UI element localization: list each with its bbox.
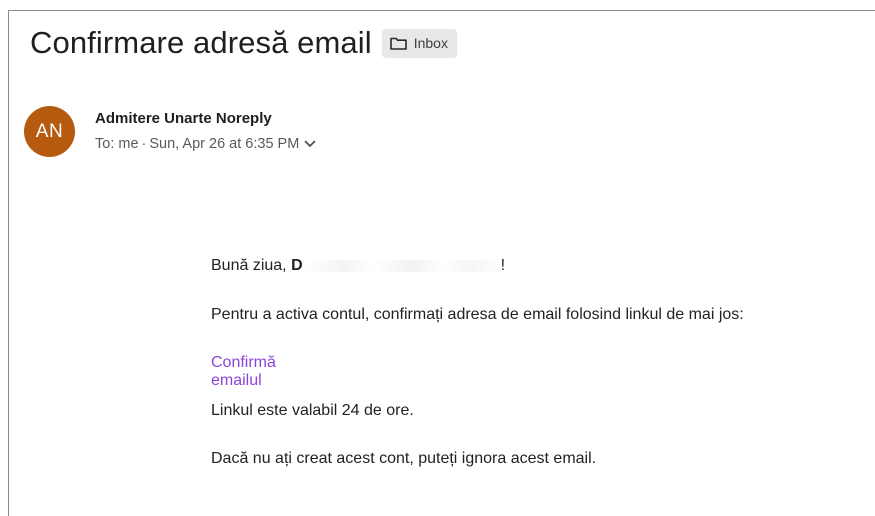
sender-name[interactable]: Admitere Unarte Noreply [95, 110, 272, 127]
activation-instructions: Pentru a activa contul, confirmați adres… [211, 306, 744, 323]
subject-header: Confirmare adresă email Inbox [30, 25, 457, 61]
meta-separator: · [141, 136, 147, 152]
inbox-label-chip[interactable]: Inbox [381, 28, 457, 58]
sender-avatar[interactable]: AN [24, 106, 75, 157]
email-subject: Confirmare adresă email [30, 25, 372, 60]
ignore-notice: Dacă nu ați creat acest cont, puteți ign… [211, 450, 597, 467]
greeting-line: Bună ziua, D! [211, 257, 505, 275]
greeting-suffix: ! [500, 257, 506, 274]
email-date: Sun, Apr 26 at 6:35 PM [149, 136, 300, 152]
link-validity-note: Linkul este valabil 24 de ore. [211, 402, 414, 419]
recipient-name: D [291, 257, 303, 274]
chevron-down-icon[interactable] [304, 140, 316, 148]
recipient-to: To: me [95, 136, 139, 152]
recipient-details[interactable]: To: me · Sun, Apr 26 at 6:35 PM [95, 136, 316, 152]
inbox-label-text: Inbox [413, 35, 448, 51]
folder-icon [389, 37, 407, 50]
redacted-name-area [304, 259, 501, 272]
email-view: Confirmare adresă email Inbox AN Admiter… [8, 10, 875, 516]
greeting-prefix: Bună ziua, [211, 257, 292, 274]
confirm-email-link[interactable]: Confirmă emailul [211, 354, 276, 390]
